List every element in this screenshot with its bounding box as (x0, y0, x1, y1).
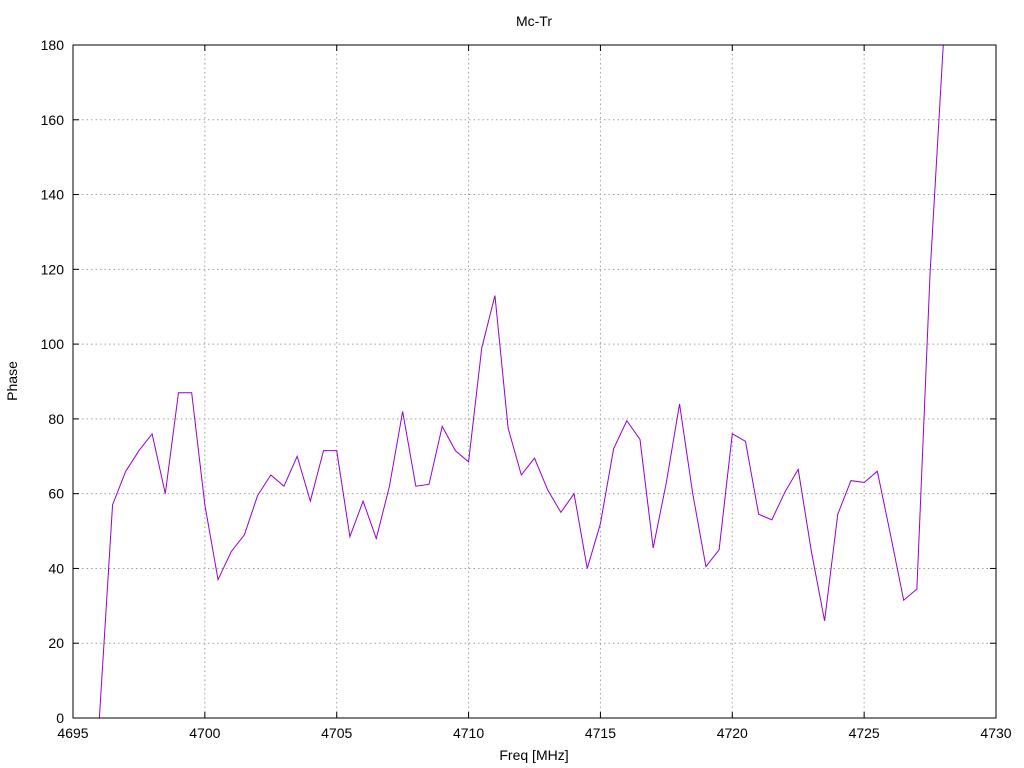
y-tick-label: 180 (41, 37, 65, 53)
x-tick-label: 4715 (585, 725, 616, 741)
y-tick-label: 60 (48, 486, 64, 502)
ticks-layer: 4695 4700 4705 4710 4715 4720 4725 4730 0 20 40 60 8… (41, 37, 1012, 741)
x-tick-label: 4720 (717, 725, 748, 741)
grid-layer (73, 45, 996, 718)
y-tick-label: 80 (48, 411, 64, 427)
y-tick-label: 100 (41, 336, 65, 352)
x-tick-label: 4730 (980, 725, 1011, 741)
phase-series-line (98, 44, 944, 719)
y-tick-label: 40 (48, 560, 64, 576)
y-tick-label: 140 (41, 187, 65, 203)
y-tick-label: 20 (48, 635, 64, 651)
series-layer (98, 44, 944, 719)
x-axis-label: Freq [MHz] (499, 747, 568, 763)
x-tick-label: 4725 (849, 725, 880, 741)
x-tick-label: 4695 (57, 725, 88, 741)
y-tick-label: 0 (56, 710, 64, 726)
chart-title: Mc-Tr (516, 13, 552, 29)
phase-chart: 4695 4700 4705 4710 4715 4720 4725 4730 0 20 40 60 8… (4, 13, 1012, 763)
x-tick-label: 4710 (453, 725, 484, 741)
x-tick-label: 4700 (189, 725, 220, 741)
plot-frame (72, 44, 997, 719)
y-tick-label: 160 (41, 112, 65, 128)
y-axis-label: Phase (4, 361, 20, 401)
x-tick-label: 4705 (321, 725, 352, 741)
y-tick-label: 120 (41, 261, 65, 277)
